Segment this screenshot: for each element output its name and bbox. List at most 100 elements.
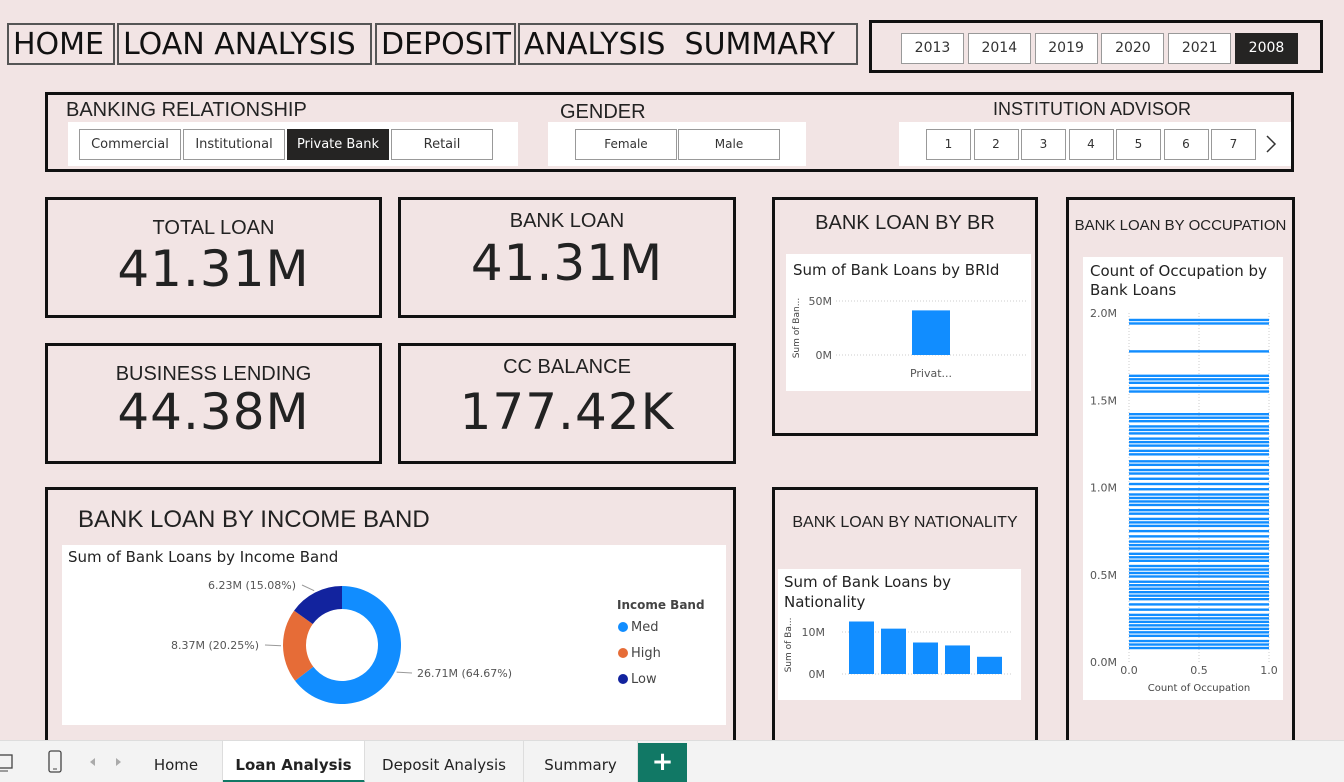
institution-advisor-option[interactable]: 3 xyxy=(1021,129,1066,160)
institution-advisor-option[interactable]: 1 xyxy=(926,129,971,160)
bar xyxy=(1129,535,1269,538)
bar xyxy=(1129,543,1269,547)
filter-bar: BANKING RELATIONSHIP Commercial Instituti… xyxy=(45,92,1294,172)
bank-loan-by-occupation-title: BANK LOAN BY OCCUPATION xyxy=(1074,217,1287,234)
y-axis-label: Sum of Ba... xyxy=(784,618,794,673)
bar xyxy=(1129,587,1269,590)
business-lending-card: BUSINESS LENDING 44.38M xyxy=(45,343,382,464)
home-nav-button[interactable]: HOME xyxy=(7,23,115,65)
bar xyxy=(1129,493,1269,496)
cc-balance-value: 177.42K xyxy=(459,383,675,441)
deposit-nav-button[interactable]: DEPOSIT xyxy=(375,23,516,65)
cc-balance-title: CC BALANCE xyxy=(503,356,631,378)
legend-label: Low xyxy=(631,672,657,687)
legend-label: Med xyxy=(631,620,658,635)
year-button-2008[interactable]: 2008 xyxy=(1235,33,1298,64)
bar xyxy=(1129,378,1269,381)
loan-analysis-nav-button[interactable]: LOAN ANALYSIS xyxy=(117,23,372,65)
bar xyxy=(1129,477,1269,480)
bar xyxy=(1129,416,1269,419)
institution-advisor-option[interactable]: 5 xyxy=(1116,129,1161,160)
legend-label: High xyxy=(631,646,661,661)
year-button-2021[interactable]: 2021 xyxy=(1168,33,1232,64)
bar xyxy=(1129,318,1269,322)
year-button-2013[interactable]: 2013 xyxy=(901,33,964,64)
y-tick-label: 0M xyxy=(809,668,826,681)
banking-relationship-option[interactable]: Institutional xyxy=(183,129,285,160)
data-label: 6.23M (15.08%) xyxy=(208,579,296,592)
x-axis-label: Count of Occupation xyxy=(1148,683,1251,694)
bar xyxy=(1129,568,1269,571)
bar xyxy=(1129,631,1269,634)
bar xyxy=(1129,488,1269,491)
occupation-chart-svg: 0.0M 0.5M 1.0M 1.5M 2.0M 0.0 0.5 1.0 Count of Oc… xyxy=(1090,307,1278,694)
institution-advisor-option[interactable]: 7 xyxy=(1211,129,1256,160)
bar xyxy=(1129,472,1269,475)
gender-option[interactable]: Female xyxy=(575,129,677,160)
year-button-2019[interactable]: 2019 xyxy=(1034,33,1098,64)
gender-slicer: Female Male xyxy=(548,122,806,166)
bar xyxy=(1129,552,1269,556)
x-tick-label: 0.5 xyxy=(1190,664,1208,677)
bar xyxy=(1129,508,1269,512)
analysis-summary-nav-button[interactable]: ANALYSIS SUMMARY xyxy=(518,23,858,65)
desktop-view-icon[interactable] xyxy=(0,751,16,773)
add-page-button[interactable]: + xyxy=(638,743,687,782)
mobile-view-icon[interactable] xyxy=(46,749,64,775)
institution-advisor-option[interactable]: 4 xyxy=(1068,129,1114,160)
tab-scroll-right-icon[interactable] xyxy=(112,754,124,770)
cc-balance-card: CC BALANCE 177.42K xyxy=(398,343,736,464)
br-chart-svg: 0M 50M Sum of Ban... Privat... xyxy=(792,295,1026,380)
sheet-tab[interactable]: Home xyxy=(130,741,223,782)
banking-relationship-option[interactable]: Retail xyxy=(391,129,493,160)
bar xyxy=(1129,529,1269,533)
year-slicer: 2013 2014 2019 2020 2021 2008 xyxy=(869,20,1323,73)
bar xyxy=(1129,419,1269,423)
y-tick-label: 0M xyxy=(816,349,833,362)
gender-option[interactable]: Male xyxy=(678,129,780,160)
nationality-chart-svg: 0M 10M Sum of Ba... xyxy=(784,618,1013,681)
income-chart-visual[interactable]: Sum of Bank Loans by Income Band 26.71M … xyxy=(62,545,726,725)
bank-loan-by-occupation-section: BANK LOAN BY OCCUPATION Count of Occupat… xyxy=(1066,197,1295,740)
nationality-chart-visual[interactable]: Sum of Bank Loans by Nationality 0M 10M Su… xyxy=(778,569,1021,700)
y-tick-label: 0.0M xyxy=(1090,656,1117,669)
x-tick-label: Privat... xyxy=(910,367,952,380)
income-chart-svg: 26.71M (64.67%) 8.37M (20.25%) 6.23M (15.0… xyxy=(171,579,705,704)
bar xyxy=(913,642,938,674)
sheet-tab[interactable]: Loan Analysis xyxy=(223,741,365,782)
leader-line xyxy=(264,644,282,647)
bar xyxy=(1129,639,1269,643)
bar xyxy=(1129,634,1269,638)
tab-scroll-left-icon[interactable] xyxy=(86,754,98,770)
banking-relationship-option[interactable]: Commercial xyxy=(79,129,181,160)
chevron-right-icon[interactable] xyxy=(1261,132,1281,156)
br-chart-visual[interactable]: Sum of Bank Loans by BRId 0M 50M Sum of Ba… xyxy=(786,254,1031,391)
total-loan-value: 41.31M xyxy=(117,240,310,298)
bar xyxy=(1129,432,1269,435)
occupation-chart-visual[interactable]: Count of Occupation by Bank Loans 0.0M 0.… xyxy=(1083,257,1283,700)
x-tick-label: 0.0 xyxy=(1120,664,1138,677)
bar xyxy=(945,645,970,674)
y-axis-label: Sum of Ban... xyxy=(792,298,802,359)
institution-advisor-option[interactable]: 2 xyxy=(973,129,1019,160)
bar xyxy=(1129,608,1269,611)
banking-relationship-option[interactable]: Private Bank xyxy=(287,129,389,160)
year-button-2020[interactable]: 2020 xyxy=(1101,33,1165,64)
year-button-2014[interactable]: 2014 xyxy=(967,33,1031,64)
bar xyxy=(1129,624,1269,627)
bar xyxy=(1129,468,1269,472)
sheet-tab[interactable]: Summary xyxy=(524,741,638,782)
bank-loan-value: 41.31M xyxy=(470,234,664,292)
x-tick-label: 1.0 xyxy=(1260,664,1278,677)
sheet-tab[interactable]: Deposit Analysis xyxy=(365,741,524,782)
bar xyxy=(1129,350,1269,353)
bar xyxy=(1129,463,1269,467)
sheet-tab-bar: Home Loan Analysis Deposit Analysis Summary… xyxy=(0,740,1344,782)
bar xyxy=(1129,556,1269,559)
bank-loan-by-income-band-title: BANK LOAN BY INCOME BAND xyxy=(78,506,430,533)
institution-advisor-option[interactable]: 6 xyxy=(1163,129,1209,160)
bar xyxy=(1129,482,1269,486)
gender-title: GENDER xyxy=(560,101,646,123)
bar xyxy=(1129,374,1269,378)
bar xyxy=(1129,425,1269,428)
